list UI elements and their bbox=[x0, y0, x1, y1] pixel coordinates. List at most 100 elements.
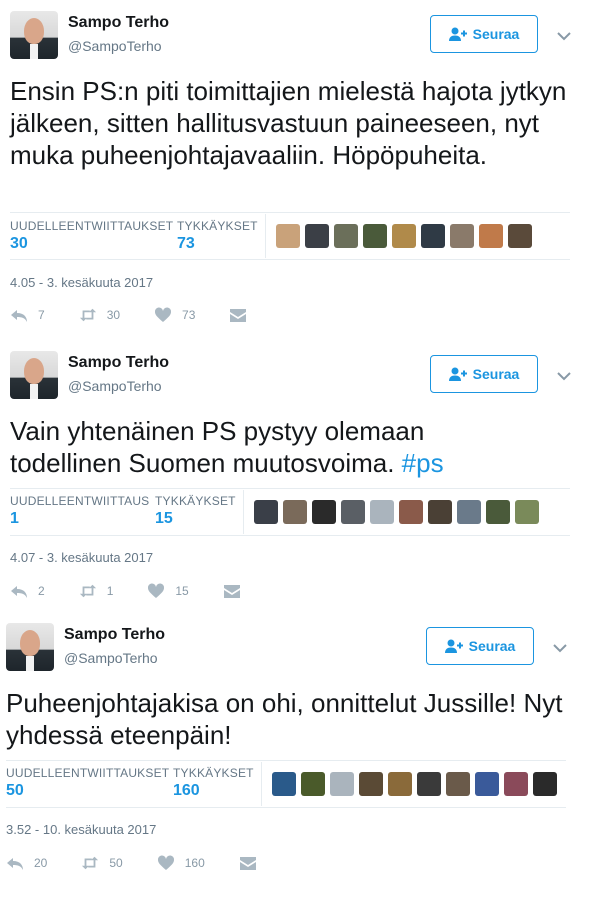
liker-avatar[interactable] bbox=[450, 224, 474, 248]
avatar[interactable] bbox=[10, 351, 58, 399]
liker-avatar[interactable] bbox=[399, 500, 423, 524]
heart-icon bbox=[157, 855, 174, 870]
like-button[interactable]: 15 bbox=[147, 583, 189, 599]
avatar[interactable] bbox=[6, 623, 54, 671]
likes-label[interactable]: TYKKÄYKSET bbox=[177, 219, 258, 233]
reply-button[interactable]: 7 bbox=[10, 307, 45, 323]
like-count: 15 bbox=[175, 584, 189, 598]
likes-count[interactable]: 73 bbox=[177, 235, 195, 253]
liker-avatar[interactable] bbox=[305, 224, 329, 248]
heart-icon bbox=[148, 583, 165, 598]
liker-avatar[interactable] bbox=[486, 500, 510, 524]
liker-avatar[interactable] bbox=[392, 224, 416, 248]
liker-avatar[interactable] bbox=[515, 500, 539, 524]
envelope-icon bbox=[230, 309, 247, 322]
like-button[interactable]: 160 bbox=[157, 855, 205, 871]
liker-avatar[interactable] bbox=[254, 500, 278, 524]
like-count: 73 bbox=[182, 308, 196, 322]
retweet-button[interactable]: 50 bbox=[81, 855, 123, 871]
author-name[interactable]: Sampo Terho bbox=[68, 354, 169, 372]
direct-message-button[interactable] bbox=[223, 583, 251, 599]
timestamp[interactable]: 3.52 - 10. kesäkuuta 2017 bbox=[6, 822, 156, 837]
retweet-button[interactable]: 1 bbox=[79, 583, 114, 599]
stats-separator bbox=[265, 214, 266, 258]
liker-avatar[interactable] bbox=[272, 772, 296, 796]
timestamp[interactable]: 4.05 - 3. kesäkuuta 2017 bbox=[10, 275, 153, 290]
timestamp[interactable]: 4.07 - 3. kesäkuuta 2017 bbox=[10, 550, 153, 565]
likes-count[interactable]: 160 bbox=[173, 782, 200, 800]
liker-avatar[interactable] bbox=[457, 500, 481, 524]
direct-message-button[interactable] bbox=[239, 855, 267, 871]
retweet-icon bbox=[82, 856, 99, 870]
divider bbox=[6, 807, 566, 808]
liker-avatar[interactable] bbox=[508, 224, 532, 248]
chevron-down-icon[interactable] bbox=[557, 371, 571, 381]
liker-avatar[interactable] bbox=[301, 772, 325, 796]
liker-avatar[interactable] bbox=[276, 224, 300, 248]
author-name[interactable]: Sampo Terho bbox=[64, 626, 165, 644]
liker-avatar[interactable] bbox=[475, 772, 499, 796]
retweets-label[interactable]: UUDELLEENTWIITTAUKSET bbox=[10, 219, 173, 233]
liker-avatar[interactable] bbox=[283, 500, 307, 524]
avatar[interactable] bbox=[10, 11, 58, 59]
liker-avatar[interactable] bbox=[359, 772, 383, 796]
stats-separator bbox=[243, 490, 244, 534]
follow-label: Seuraa bbox=[468, 638, 516, 654]
retweet-count: 50 bbox=[109, 856, 123, 870]
retweets-count[interactable]: 30 bbox=[10, 235, 28, 253]
liker-avatar[interactable] bbox=[479, 224, 503, 248]
reply-count: 2 bbox=[38, 584, 45, 598]
likes-count[interactable]: 15 bbox=[155, 510, 173, 528]
liker-avatar[interactable] bbox=[504, 772, 528, 796]
retweets-label[interactable]: UUDELLEENTWIITTAUKSET bbox=[6, 766, 169, 780]
liker-avatar[interactable] bbox=[334, 224, 358, 248]
chevron-down-icon[interactable] bbox=[557, 31, 571, 41]
liker-avatar[interactable] bbox=[533, 772, 557, 796]
reply-icon bbox=[11, 586, 27, 598]
tweet-1: Sampo Terho @SampoTerho Seuraa Ensin PS:… bbox=[0, 0, 593, 322]
liker-avatar[interactable] bbox=[312, 500, 336, 524]
author-handle[interactable]: @SampoTerho bbox=[68, 378, 162, 394]
tweet-text: Vain yhtenäinen PS pystyy olemaan todell… bbox=[10, 416, 444, 478]
hashtag-link[interactable]: #ps bbox=[402, 448, 444, 478]
divider bbox=[10, 212, 570, 213]
liker-avatars bbox=[272, 772, 557, 796]
author-handle[interactable]: @SampoTerho bbox=[64, 650, 158, 666]
retweet-count: 30 bbox=[106, 308, 121, 322]
direct-message-button[interactable] bbox=[229, 307, 257, 323]
likes-label[interactable]: TYKKÄYKSET bbox=[173, 766, 254, 780]
stats-separator bbox=[261, 762, 262, 806]
like-button[interactable]: 73 bbox=[154, 307, 195, 323]
follow-button[interactable]: Seuraa bbox=[430, 15, 538, 53]
reply-button[interactable]: 2 bbox=[10, 583, 45, 599]
retweet-count: 1 bbox=[106, 584, 114, 598]
follow-button[interactable]: Seuraa bbox=[426, 627, 534, 665]
follow-button[interactable]: Seuraa bbox=[430, 355, 538, 393]
follow-label: Seuraa bbox=[472, 366, 520, 382]
author-handle[interactable]: @SampoTerho bbox=[68, 38, 162, 54]
divider bbox=[10, 535, 570, 536]
author-name[interactable]: Sampo Terho bbox=[68, 14, 169, 32]
divider bbox=[6, 760, 566, 761]
liker-avatar[interactable] bbox=[370, 500, 394, 524]
liker-avatar[interactable] bbox=[421, 224, 445, 248]
liker-avatar[interactable] bbox=[388, 772, 412, 796]
likes-label[interactable]: TYKKÄYKSET bbox=[155, 494, 236, 508]
liker-avatar[interactable] bbox=[428, 500, 452, 524]
liker-avatar[interactable] bbox=[363, 224, 387, 248]
liker-avatar[interactable] bbox=[341, 500, 365, 524]
like-count: 160 bbox=[184, 856, 205, 870]
reply-button[interactable]: 20 bbox=[6, 855, 47, 871]
retweet-button[interactable]: 30 bbox=[79, 307, 120, 323]
liker-avatar[interactable] bbox=[446, 772, 470, 796]
retweets-count[interactable]: 1 bbox=[10, 510, 19, 528]
retweets-count[interactable]: 50 bbox=[6, 782, 24, 800]
follow-label: Seuraa bbox=[472, 26, 520, 42]
retweets-label[interactable]: UUDELLEENTWIITTAUS bbox=[10, 494, 149, 508]
chevron-down-icon[interactable] bbox=[553, 643, 567, 653]
retweet-icon bbox=[79, 584, 96, 598]
liker-avatar[interactable] bbox=[330, 772, 354, 796]
liker-avatar[interactable] bbox=[417, 772, 441, 796]
envelope-icon bbox=[239, 857, 256, 870]
envelope-icon bbox=[223, 585, 240, 598]
